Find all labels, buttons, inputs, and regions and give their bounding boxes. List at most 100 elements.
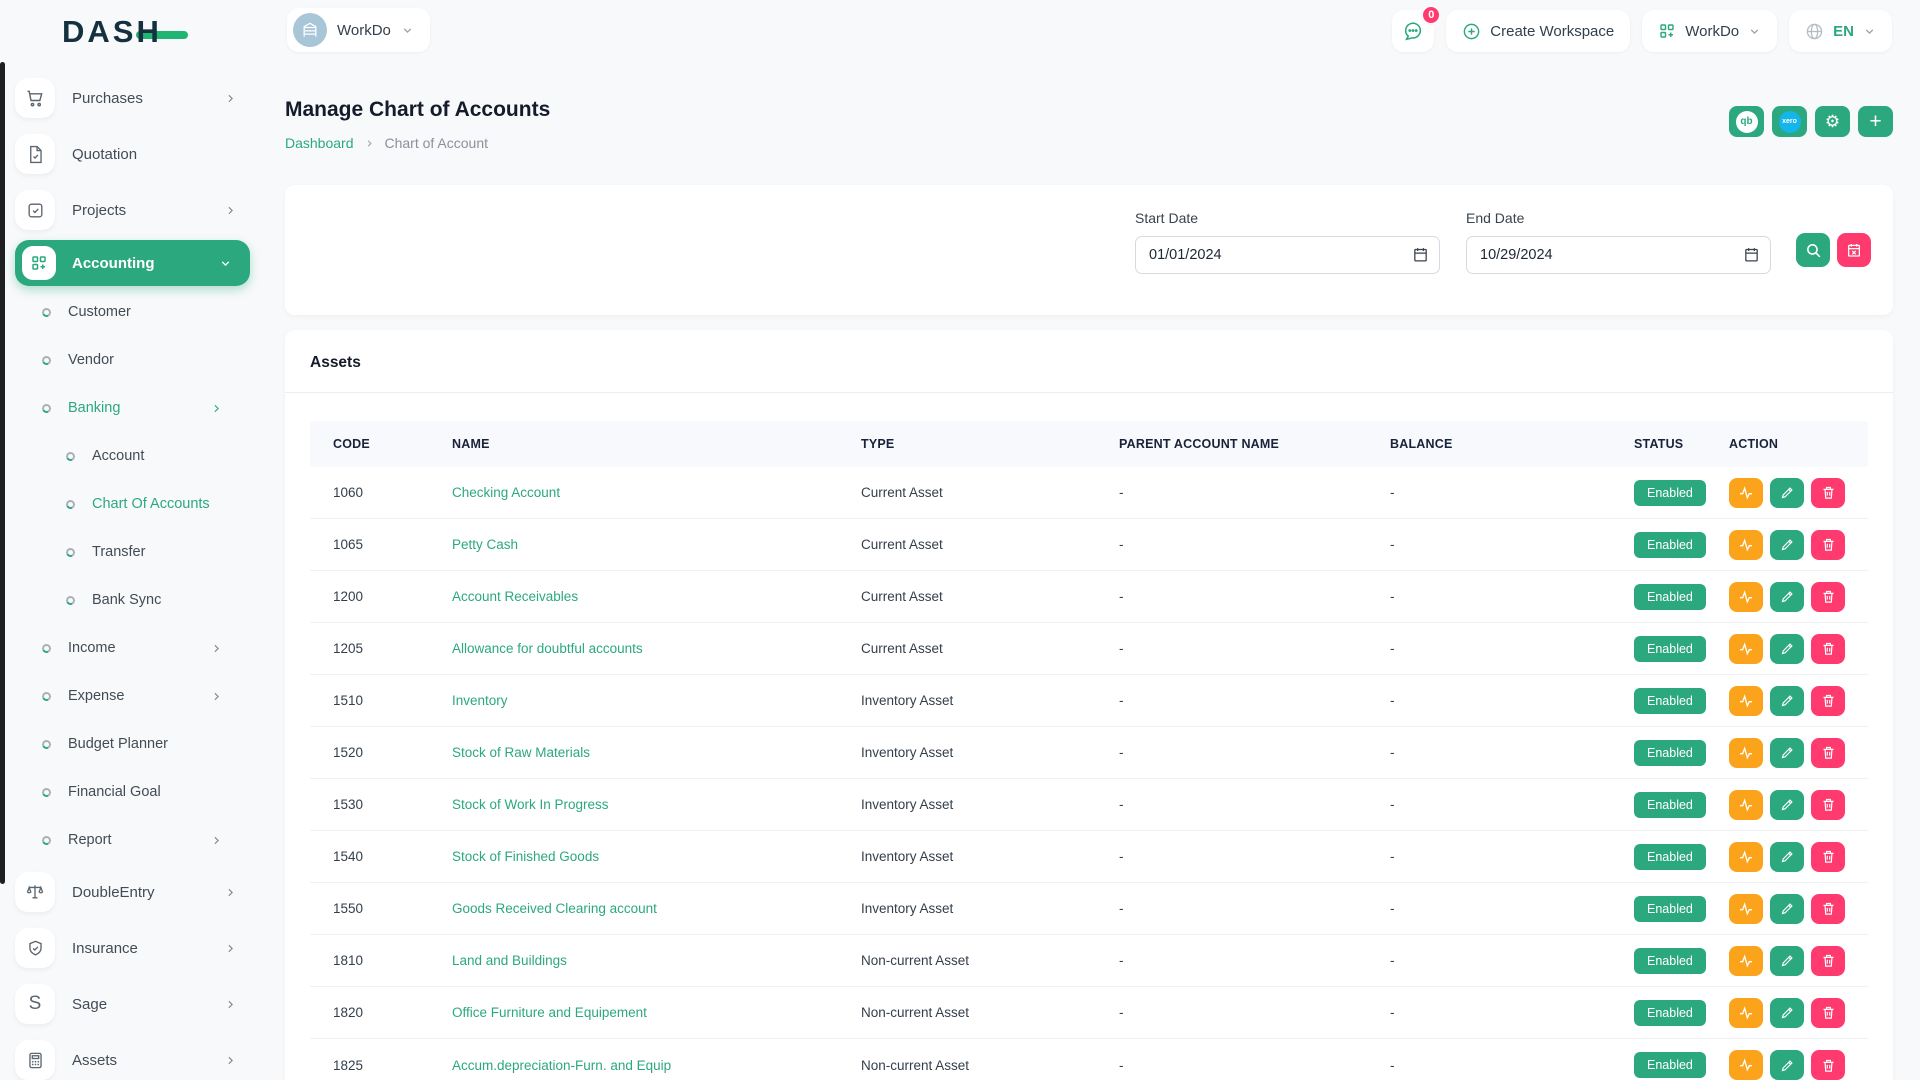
cell-parent: - xyxy=(1119,745,1390,760)
account-name-link[interactable]: Stock of Finished Goods xyxy=(452,849,861,864)
sidebar-item-doubleentry[interactable]: DoubleEntry xyxy=(0,864,265,920)
edit-button[interactable] xyxy=(1770,998,1804,1028)
sidebar-item-account[interactable]: Account xyxy=(0,432,265,480)
workspace-selector[interactable]: WorkDo xyxy=(287,8,430,52)
account-name-link[interactable]: Land and Buildings xyxy=(452,953,861,968)
search-button[interactable] xyxy=(1796,233,1830,267)
edit-button[interactable] xyxy=(1770,530,1804,560)
col-header-name: NAME xyxy=(452,437,861,451)
activity-button[interactable] xyxy=(1729,686,1763,716)
sidebar-item-projects[interactable]: Projects xyxy=(0,182,265,238)
sidebar-item-banking[interactable]: Banking xyxy=(0,384,265,432)
account-name-link[interactable]: Account Receivables xyxy=(452,589,861,604)
reset-filter-button[interactable] xyxy=(1837,233,1871,267)
account-name-link[interactable]: Goods Received Clearing account xyxy=(452,901,861,916)
calendar-icon[interactable] xyxy=(1412,246,1429,263)
delete-button[interactable] xyxy=(1811,582,1845,612)
cell-code: 1825 xyxy=(333,1058,452,1073)
quickbooks-button[interactable]: qb xyxy=(1729,106,1764,137)
edit-button[interactable] xyxy=(1770,894,1804,924)
delete-button[interactable] xyxy=(1811,842,1845,872)
edit-button[interactable] xyxy=(1770,634,1804,664)
sidebar-item-customer[interactable]: Customer xyxy=(0,288,265,336)
calendar-icon[interactable] xyxy=(1743,246,1760,263)
table-row: 1510 Inventory Inventory Asset - - Enabl… xyxy=(310,675,1868,727)
start-date-input[interactable] xyxy=(1135,236,1440,274)
activity-button[interactable] xyxy=(1729,582,1763,612)
activity-button[interactable] xyxy=(1729,842,1763,872)
table-header-row: CODE NAME TYPE PARENT ACCOUNT NAME BALAN… xyxy=(310,421,1868,467)
account-name-link[interactable]: Petty Cash xyxy=(452,537,861,552)
sidebar-item-label: Transfer xyxy=(92,544,223,560)
sidebar-item-accounting[interactable]: Accounting xyxy=(0,238,265,288)
brand-logo-text: DASH xyxy=(62,14,162,50)
delete-button[interactable] xyxy=(1811,998,1845,1028)
account-name-link[interactable]: Office Furniture and Equipement xyxy=(452,1005,861,1020)
dot-icon xyxy=(41,306,53,318)
sidebar-item-expense[interactable]: Expense xyxy=(0,672,265,720)
edit-button[interactable] xyxy=(1770,790,1804,820)
add-button[interactable]: + xyxy=(1858,106,1893,137)
delete-button[interactable] xyxy=(1811,686,1845,716)
brand-logo[interactable]: DASH xyxy=(62,14,188,50)
account-name-link[interactable]: Stock of Work In Progress xyxy=(452,797,861,812)
account-name-link[interactable]: Inventory xyxy=(452,693,861,708)
activity-button[interactable] xyxy=(1729,790,1763,820)
sidebar-item-sage[interactable]: S Sage xyxy=(0,976,265,1032)
edit-button[interactable] xyxy=(1770,738,1804,768)
settings-button[interactable]: ⚙ xyxy=(1815,106,1850,137)
account-name-link[interactable]: Allowance for doubtful accounts xyxy=(452,641,861,656)
sidebar-item-chart-of-accounts[interactable]: Chart Of Accounts xyxy=(0,480,265,528)
workdo-menu-button[interactable]: WorkDo xyxy=(1642,10,1777,52)
activity-button[interactable] xyxy=(1729,634,1763,664)
activity-button[interactable] xyxy=(1729,946,1763,976)
activity-button[interactable] xyxy=(1729,738,1763,768)
xero-button[interactable]: xero xyxy=(1772,106,1807,137)
account-name-link[interactable]: Checking Account xyxy=(452,485,861,500)
sidebar-item-label: Budget Planner xyxy=(68,736,223,752)
sidebar-item-insurance[interactable]: Insurance xyxy=(0,920,265,976)
sidebar-item-transfer[interactable]: Transfer xyxy=(0,528,265,576)
language-selector[interactable]: EN xyxy=(1789,10,1892,52)
end-date-input[interactable] xyxy=(1466,236,1771,274)
edit-button[interactable] xyxy=(1770,842,1804,872)
delete-button[interactable] xyxy=(1811,894,1845,924)
cell-balance: - xyxy=(1390,797,1634,812)
activity-button[interactable] xyxy=(1729,998,1763,1028)
sidebar-item-purchases[interactable]: Purchases xyxy=(0,70,265,126)
edit-button[interactable] xyxy=(1770,686,1804,716)
activity-button[interactable] xyxy=(1729,894,1763,924)
delete-button[interactable] xyxy=(1811,478,1845,508)
account-name-link[interactable]: Accum.depreciation-Furn. and Equip xyxy=(452,1058,861,1073)
filter-card: Start Date End Date xyxy=(285,185,1893,315)
delete-button[interactable] xyxy=(1811,530,1845,560)
activity-button[interactable] xyxy=(1729,530,1763,560)
check-square-icon xyxy=(15,190,55,230)
sidebar-item-financial-goal[interactable]: Financial Goal xyxy=(0,768,265,816)
delete-button[interactable] xyxy=(1811,738,1845,768)
edit-button[interactable] xyxy=(1770,1050,1804,1080)
chat-bubble-icon xyxy=(1402,20,1424,42)
delete-button[interactable] xyxy=(1811,946,1845,976)
sidebar-item-budget-planner[interactable]: Budget Planner xyxy=(0,720,265,768)
messages-button[interactable]: 0 xyxy=(1392,10,1434,52)
activity-button[interactable] xyxy=(1729,1050,1763,1080)
edit-button[interactable] xyxy=(1770,946,1804,976)
breadcrumb-dashboard-link[interactable]: Dashboard xyxy=(285,135,354,151)
edit-button[interactable] xyxy=(1770,478,1804,508)
edit-button[interactable] xyxy=(1770,582,1804,612)
sidebar-item-report[interactable]: Report xyxy=(0,816,265,864)
sidebar-item-vendor[interactable]: Vendor xyxy=(0,336,265,384)
end-date-group: End Date xyxy=(1466,210,1771,274)
account-name-link[interactable]: Stock of Raw Materials xyxy=(452,745,861,760)
status-badge: Enabled xyxy=(1634,636,1706,662)
sidebar-item-bank-sync[interactable]: Bank Sync xyxy=(0,576,265,624)
delete-button[interactable] xyxy=(1811,1050,1845,1080)
create-workspace-button[interactable]: Create Workspace xyxy=(1446,10,1630,52)
activity-button[interactable] xyxy=(1729,478,1763,508)
sidebar-item-income[interactable]: Income xyxy=(0,624,265,672)
sidebar-item-assets[interactable]: Assets xyxy=(0,1032,265,1080)
delete-button[interactable] xyxy=(1811,790,1845,820)
sidebar-item-quotation[interactable]: Quotation xyxy=(0,126,265,182)
delete-button[interactable] xyxy=(1811,634,1845,664)
